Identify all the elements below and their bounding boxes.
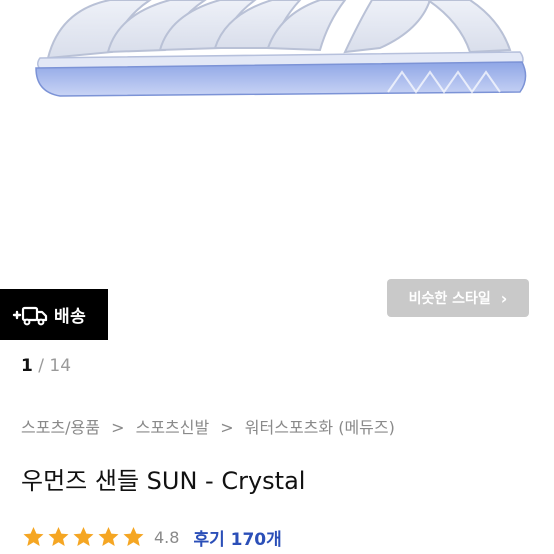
reviews-link[interactable]: 후기 170개 [193, 525, 281, 550]
pager-total: 14 [49, 356, 72, 376]
pager-separator: / [38, 356, 44, 376]
breadcrumb-separator: > [111, 418, 125, 437]
breadcrumb-item-sports-goods[interactable]: 스포츠/용품 [21, 418, 100, 437]
product-title: 우먼즈 샌들 SUN - Crystal [21, 467, 306, 495]
breadcrumb: 스포츠/용품 > 스포츠신발 > 워터스포츠화 (메듀즈) [21, 414, 395, 438]
chevron-right-icon: › [500, 288, 508, 308]
breadcrumb-separator: > [220, 418, 234, 437]
delivery-badge: 배송 [0, 289, 108, 340]
similar-style-button[interactable]: 비슷한 스타일 › [387, 279, 529, 317]
rating-row: 4.8 후기 170개 [21, 523, 282, 551]
rating-score: 4.8 [154, 527, 180, 547]
star-icon [123, 527, 144, 546]
similar-style-label: 비슷한 스타일 [408, 291, 491, 307]
rating-stars [21, 525, 146, 549]
star-icon [23, 527, 44, 546]
star-icon [73, 527, 94, 546]
breadcrumb-item-sports-shoes[interactable]: 스포츠신발 [136, 418, 210, 437]
product-image[interactable] [0, 0, 554, 290]
star-icon [48, 527, 69, 546]
fast-delivery-truck-icon [12, 306, 48, 325]
pager-current: 1 [21, 356, 33, 376]
delivery-label: 배송 [54, 307, 87, 327]
image-pager: 1 / 14 [21, 356, 71, 376]
sandal-illustration [35, 0, 527, 97]
star-icon [98, 527, 119, 546]
breadcrumb-item-water-shoes[interactable]: 워터스포츠화 (메듀즈) [245, 418, 395, 437]
